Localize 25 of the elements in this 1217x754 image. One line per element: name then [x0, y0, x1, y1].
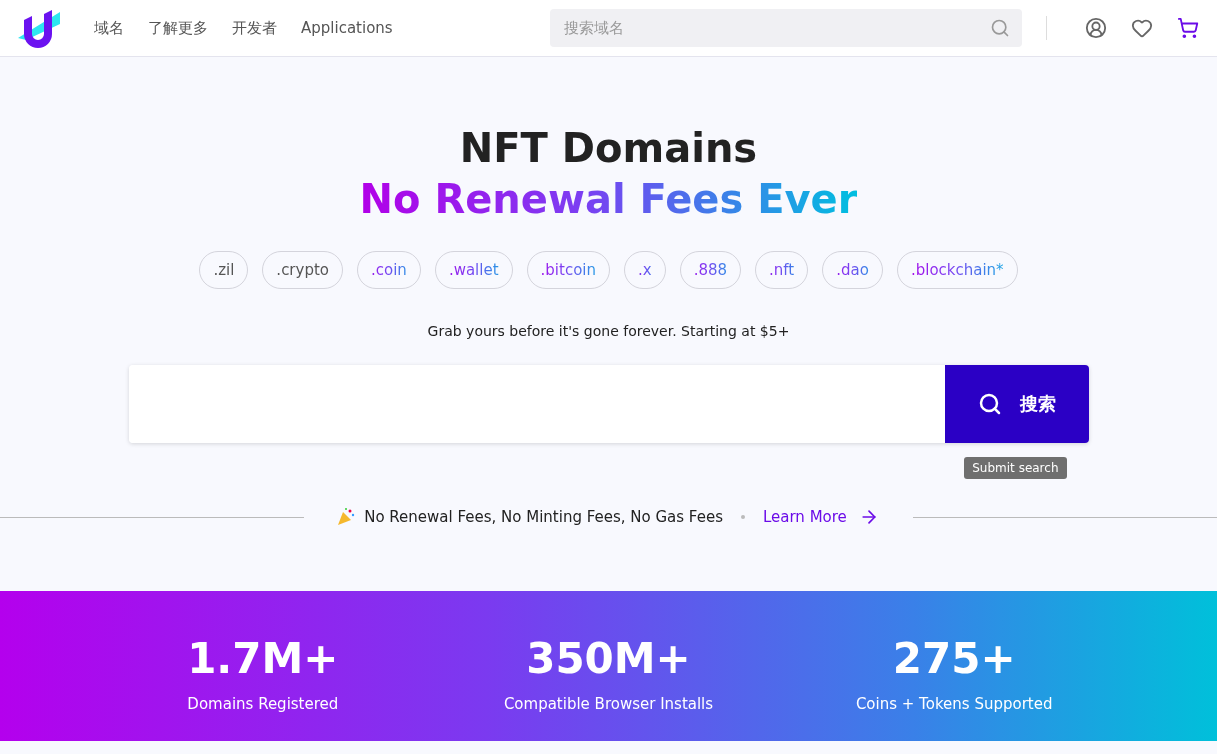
stat-label: Compatible Browser Installs	[503, 695, 714, 713]
tooltip: Submit search	[964, 457, 1067, 479]
account-icon[interactable]	[1085, 17, 1107, 39]
nav-link[interactable]: Applications	[301, 19, 393, 37]
logo-icon[interactable]	[18, 8, 60, 48]
tagline: Grab yours before it's gone forever. Starting at $5+	[427, 323, 790, 339]
stat-value: 350M+	[526, 633, 691, 685]
domain-search-field[interactable]	[128, 365, 945, 443]
stat-value: 275+	[892, 633, 1016, 685]
heart-icon[interactable]	[1131, 17, 1153, 39]
stat-label: Coins + Tokens Supported	[855, 695, 1053, 713]
learn-more-link[interactable]: Learn More	[762, 507, 879, 527]
banner-text: No Renewal Fees, No Minting Fees, No Gas Fees	[364, 508, 723, 526]
hero-title: NFT Domains	[459, 124, 758, 173]
party-popper-icon	[336, 507, 357, 527]
search-button[interactable]: 搜索	[944, 365, 1089, 443]
cart-icon[interactable]	[1177, 17, 1199, 39]
search-icon	[990, 18, 1010, 38]
nav-link[interactable]: 了解更多	[148, 18, 208, 38]
stat-label: Domains Registered	[187, 695, 339, 713]
nav-link[interactable]: 域名	[94, 18, 124, 38]
search-icon	[977, 392, 1002, 416]
stat-value: 1.7M+	[187, 633, 339, 685]
search-field[interactable]: 搜索域名	[550, 9, 1022, 47]
nav-link[interactable]: 开发者	[232, 18, 277, 38]
